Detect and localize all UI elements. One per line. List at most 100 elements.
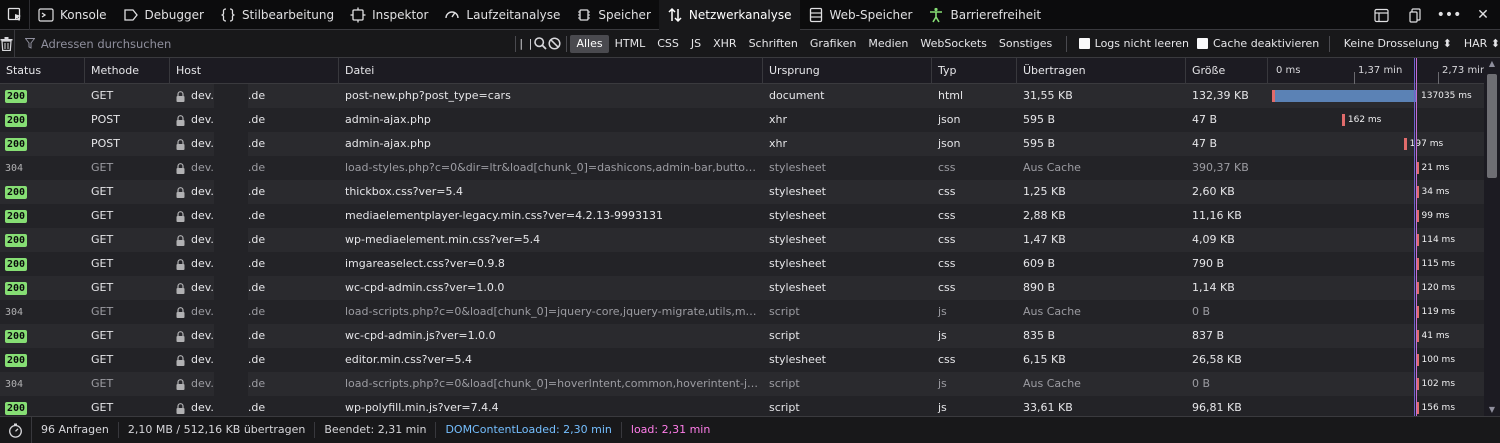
initiator-cell[interactable]: stylesheet [763,348,932,372]
initiator-cell[interactable]: script [763,324,932,348]
vertical-scrollbar[interactable]: ▲ ▼ [1484,58,1500,416]
tab-barrierefreiheit[interactable]: Barrierefreiheit [920,0,1049,30]
method-cell: GET [91,209,114,222]
request-row[interactable]: 200 GET dev. .de wc-cpd-admin.js?ver=1.0.0 sc… [0,324,1484,348]
initiator-cell[interactable]: stylesheet [763,252,932,276]
tab-inspektor[interactable]: Inspektor [342,0,436,30]
clear-requests-button[interactable] [0,29,15,58]
column-waterfall[interactable]: 0 ms 1,37 min 2,73 min [1268,58,1486,84]
initiator-cell[interactable]: script [763,372,932,396]
column-type[interactable]: Typ [932,58,1017,84]
tab-netzwerkanalyse[interactable]: Netzwerkanalyse [658,0,800,30]
scroll-up-arrow[interactable]: ▲ [1484,58,1500,70]
host-prefix: dev. [191,209,214,222]
request-row[interactable]: 304 GET dev. .de load-styles.php?c=0&dir=ltr… [0,156,1484,180]
filter-websockets[interactable]: WebSockets [914,35,993,53]
disable-cache-toggle[interactable]: Cache deaktivieren [1196,37,1319,50]
file-cell: admin-ajax.php [345,113,431,126]
dock-layout-button[interactable] [1364,0,1398,30]
request-row[interactable]: 200 GET dev. .de thickbox.css?ver=5.4 stylesh… [0,180,1484,204]
pause-recording-button[interactable]: | | [519,30,533,58]
throttling-select[interactable]: Keine Drosselung ⬍ [1344,37,1452,50]
filter-css[interactable]: CSS [651,35,685,53]
disable-cache-checkbox[interactable] [1196,38,1208,49]
persist-logs-checkbox[interactable] [1078,38,1090,49]
initiator-cell[interactable]: xhr [763,108,932,132]
redacted-host [213,204,248,228]
type-cell: css [938,161,956,174]
split-window-button[interactable] [1398,0,1432,30]
lock-icon [176,306,185,318]
filter-medien[interactable]: Medien [862,35,914,53]
filter-sonstiges[interactable]: Sonstiges [993,35,1058,53]
url-filter[interactable] [15,30,511,58]
close-devtools-button[interactable]: ✕ [1466,0,1500,30]
initiator-cell[interactable]: document [763,84,932,108]
request-row[interactable]: 200 GET dev. .de editor.min.css?ver=5.4 style… [0,348,1484,372]
initiator-cell[interactable]: stylesheet [763,180,932,204]
initiator-cell[interactable]: stylesheet [763,228,932,252]
host-prefix: dev. [191,329,214,342]
column-initiator[interactable]: Ursprung [763,58,932,84]
request-row[interactable]: 200 POST dev. .de admin-ajax.php xhr json 595 B… [0,108,1484,132]
url-filter-input[interactable] [40,36,511,51]
filter-alles[interactable]: Alles [570,34,609,53]
tab-web-speicher[interactable]: Web-Speicher [800,0,921,30]
status-badge: 200 [5,330,28,343]
initiator-cell[interactable]: xhr [763,132,932,156]
waterfall-time-label: 162 ms [1347,115,1382,125]
request-row[interactable]: 304 GET dev. .de load-scripts.php?c=0&load[c… [0,300,1484,324]
status-badge: 200 [5,186,28,199]
tab-debugger[interactable]: Debugger [115,0,212,30]
scrollbar-thumb[interactable] [1487,74,1497,178]
column-file[interactable]: Datei [339,58,763,84]
column-method[interactable]: Methode [85,58,170,84]
waterfall-time-label: 41 ms [1421,331,1450,341]
tab-laufzeitanalyse[interactable]: Laufzeitanalyse [436,0,568,30]
scroll-down-arrow[interactable]: ▼ [1484,404,1500,416]
tab-stilbearbeitung[interactable]: Stilbearbeitung [212,0,342,30]
waterfall-time-label: 21 ms [1421,163,1450,173]
request-row[interactable]: 200 GET dev. .de wp-mediaelement.min.css?ver… [0,228,1484,252]
more-options-button[interactable]: ••• [1432,0,1466,30]
host-prefix: dev. [191,353,214,366]
initiator-cell[interactable]: stylesheet [763,156,932,180]
column-status[interactable]: Status [0,58,85,84]
initiator-cell[interactable]: stylesheet [763,204,932,228]
request-row[interactable]: 304 GET dev. .de load-scripts.php?c=0&load[c… [0,372,1484,396]
filter-html[interactable]: HTML [609,35,652,53]
initiator-cell[interactable]: script [763,300,932,324]
request-row[interactable]: 200 GET dev. .de post-new.php?post_type=cars… [0,84,1484,108]
column-size[interactable]: Größe [1186,58,1268,84]
request-row[interactable]: 200 POST dev. .de admin-ajax.php xhr json 595 B… [0,132,1484,156]
filter-schriften[interactable]: Schriften [743,35,804,53]
initiator-cell[interactable]: script [763,396,932,416]
host-prefix: dev. [191,401,214,414]
request-row[interactable]: 200 GET dev. .de wc-cpd-admin.css?ver=1.0.0 s… [0,276,1484,300]
host-cell: dev. .de [170,204,339,228]
request-row[interactable]: 200 GET dev. .de imgareaselect.css?ver=0.9.8… [0,252,1484,276]
block-requests-button[interactable] [548,30,562,58]
filter-js[interactable]: JS [685,35,707,53]
network-arrows-icon [667,7,683,23]
tab-label: Inspektor [372,7,429,22]
tab-konsole[interactable]: Konsole [30,0,115,30]
column-transferred[interactable]: Übertragen [1017,58,1186,84]
host-suffix: .de [247,305,266,318]
persist-logs-toggle[interactable]: Logs nicht leeren [1078,37,1189,50]
har-menu-button[interactable]: HAR ⬍ [1464,37,1500,50]
performance-analysis-button[interactable] [0,416,32,443]
request-row[interactable]: 200 GET dev. .de mediaelementplayer-legacy.m… [0,204,1484,228]
host-cell: dev. .de [170,300,339,324]
column-host[interactable]: Host [170,58,339,84]
filter-grafiken[interactable]: Grafiken [804,35,862,53]
tab-label: Laufzeitanalyse [466,7,561,22]
filter-xhr[interactable]: XHR [707,35,742,53]
element-picker-button[interactable] [0,0,30,30]
request-row[interactable]: 200 GET dev. .de wp-polyfill.min.js?ver=7.4.… [0,396,1484,416]
search-button[interactable] [534,30,548,58]
tab-speicher[interactable]: Speicher [568,0,658,30]
transferred-cell: 1,25 KB [1023,185,1066,198]
initiator-cell[interactable]: stylesheet [763,276,932,300]
lock-icon [176,114,185,126]
